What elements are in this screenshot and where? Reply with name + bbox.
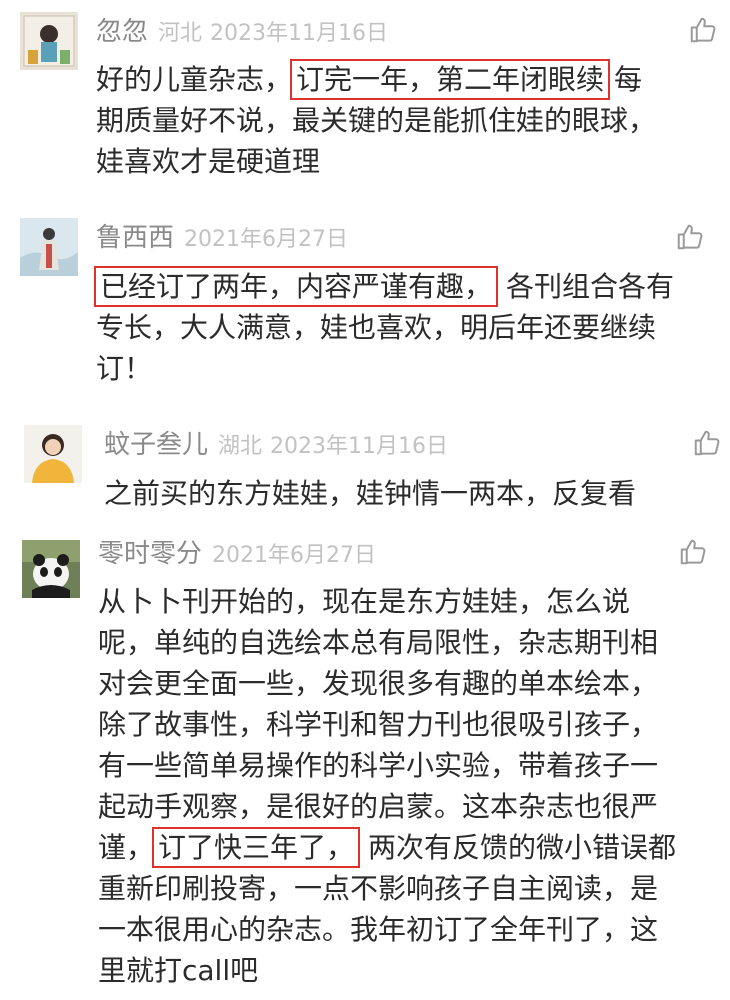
username[interactable]: 零时零分 bbox=[98, 539, 202, 569]
comment-line: 里就打call吧 bbox=[98, 954, 259, 987]
highlighted-text: 订了快三年了， bbox=[152, 827, 361, 868]
avatar[interactable] bbox=[20, 12, 78, 70]
comment-line: 好的儿童杂志， 订完一年，第二年闭眼续每 bbox=[96, 59, 656, 100]
avatar[interactable] bbox=[20, 218, 78, 276]
comment-body: 从卜卜刊开始的，现在是东方娃娃，怎么说 呢，单纯的自选绘本总有局限性，杂志期刊相… bbox=[98, 581, 676, 991]
comment-body: 之前买的东方娃娃，娃钟情一两本，反复看 bbox=[104, 473, 636, 514]
text-segment: 好的儿童杂志， bbox=[96, 63, 293, 96]
comment-line: 已经订了两年，内容严谨有趣， 各刊组合各有 bbox=[94, 266, 675, 307]
comment-line: 重新印刷投寄，一点不影响孩子自主阅读，是 bbox=[98, 872, 659, 905]
highlighted-text: 已经订了两年，内容严谨有趣， bbox=[94, 266, 499, 307]
comment-header: 蚊子叁儿 湖北 2023年11月16日 bbox=[104, 432, 448, 458]
comment-line: 除了故事性，科学刊和智力刊也很吸引孩子， bbox=[98, 708, 659, 741]
date-label: 2023年11月16日 bbox=[210, 21, 389, 46]
comment-line: 谨， 订了快三年了， 两次有反馈的微小错误都 bbox=[98, 827, 676, 868]
date-label: 2021年6月27日 bbox=[184, 227, 348, 252]
highlighted-text: 订完一年，第二年闭眼续 bbox=[290, 59, 611, 100]
location-label: 河北 bbox=[158, 21, 203, 46]
username[interactable]: 忽忽 bbox=[96, 17, 148, 47]
comment-line: 一本很用心的杂志。我年初订了全年刊了，这 bbox=[98, 913, 659, 946]
text-segment: 每 bbox=[614, 63, 643, 96]
comment-line: 订！ bbox=[96, 352, 153, 385]
comment-line: 呢，单纯的自选绘本总有局限性，杂志期刊相 bbox=[98, 626, 659, 659]
avatar[interactable] bbox=[24, 425, 82, 483]
thumbs-up-icon[interactable] bbox=[688, 15, 718, 45]
thumbs-up-icon[interactable] bbox=[692, 428, 722, 458]
comment-line: 有一些简单易操作的科学小实验，带着孩子一 bbox=[98, 749, 659, 782]
comment-line: 从卜卜刊开始的，现在是东方娃娃，怎么说 bbox=[98, 585, 631, 618]
comment-line: 专长，大人满意，娃也喜欢，明后年还要继续 bbox=[96, 311, 657, 344]
comment-line: 起动手观察，是很好的启蒙。这本杂志也很严 bbox=[98, 790, 659, 823]
avatar[interactable] bbox=[22, 540, 80, 598]
comment-header: 鲁西西 2021年6月27日 bbox=[96, 225, 348, 251]
date-label: 2023年11月16日 bbox=[270, 434, 449, 459]
username[interactable]: 鲁西西 bbox=[96, 223, 174, 253]
text-segment: 谨， bbox=[98, 831, 155, 864]
thumbs-up-icon[interactable] bbox=[678, 537, 708, 567]
text-segment: 两次有反馈的微小错误都 bbox=[368, 831, 677, 864]
comment-line: 对会更全面一些，发现很多有趣的单本绘本， bbox=[98, 667, 659, 700]
comment-line: 之前买的东方娃娃，娃钟情一两本，反复看 bbox=[104, 477, 637, 510]
comment-body: 好的儿童杂志， 订完一年，第二年闭眼续每 期质量好不说，最关键的是能抓住娃的眼球，… bbox=[96, 59, 656, 182]
comment-header: 零时零分 2021年6月27日 bbox=[98, 541, 376, 567]
location-label: 湖北 bbox=[218, 434, 263, 459]
comment-body: 已经订了两年，内容严谨有趣， 各刊组合各有 专长，大人满意，娃也喜欢，明后年还要继… bbox=[94, 266, 675, 389]
comment-header: 忽忽 河北 2023年11月16日 bbox=[96, 19, 388, 45]
thumbs-up-icon[interactable] bbox=[675, 222, 705, 252]
text-segment: 各刊组合各有 bbox=[506, 270, 675, 303]
username[interactable]: 蚊子叁儿 bbox=[104, 430, 208, 460]
date-label: 2021年6月27日 bbox=[212, 543, 376, 568]
comment-line: 娃喜欢才是硬道理 bbox=[96, 145, 321, 178]
comment-line: 期质量好不说，最关键的是能抓住娃的眼球， bbox=[96, 104, 657, 137]
